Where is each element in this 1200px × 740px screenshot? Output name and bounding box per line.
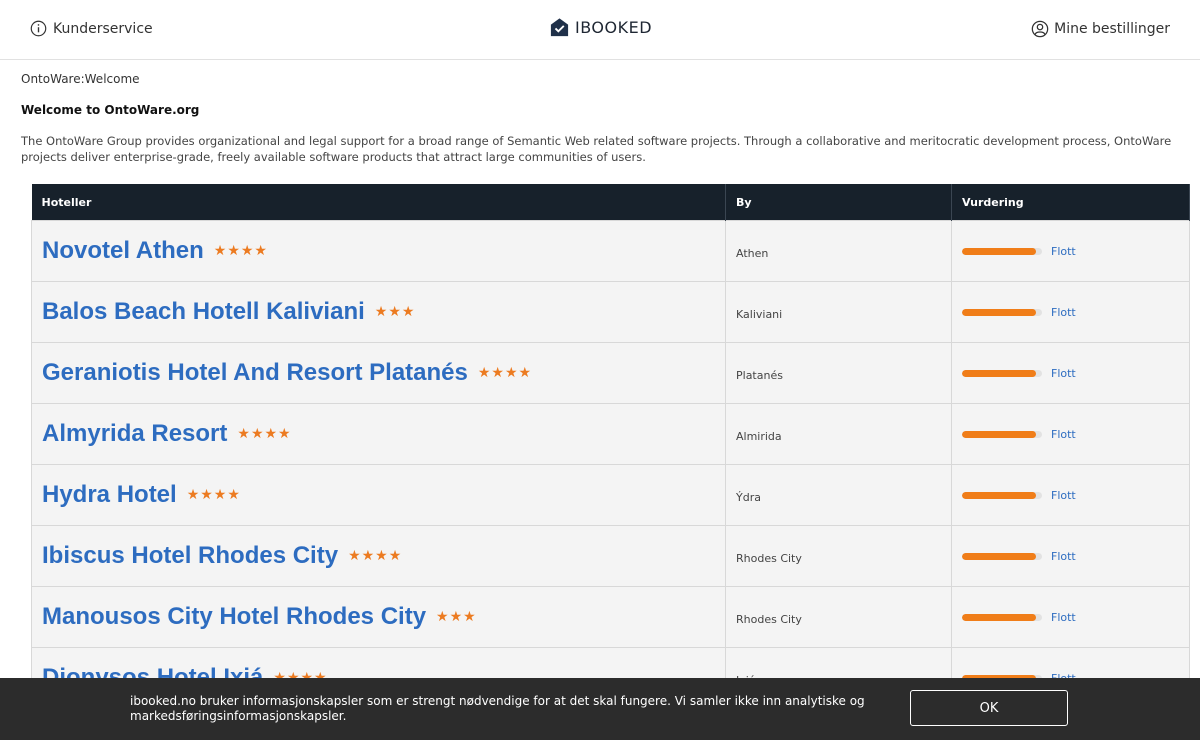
rating: Flott <box>962 611 1179 624</box>
logo-text: IBOOKED <box>575 18 653 37</box>
table-row: Novotel Athen ★★★★ Athen Flott <box>31 220 1190 282</box>
column-header-rating: Vurdering <box>951 184 1190 221</box>
rating-bar-fill <box>962 369 1036 377</box>
rating: Flott <box>962 550 1179 563</box>
info-icon <box>30 20 47 37</box>
star-rating: ★★★★ <box>186 487 241 503</box>
hotel-name-link[interactable]: Novotel Athen <box>42 237 204 264</box>
table-row: Almyrida Resort ★★★★ Almirida Flott <box>31 403 1190 465</box>
city-name: Rhodes City <box>736 612 802 626</box>
star-rating: ★★★★ <box>213 243 268 259</box>
rating-bar-fill <box>962 552 1036 560</box>
rating: Flott <box>962 367 1179 380</box>
column-header-hotels: Hoteller <box>31 184 726 221</box>
rating-cell: Flott <box>951 403 1190 465</box>
hotel-name-link[interactable]: Ibiscus Hotel Rhodes City <box>42 542 338 569</box>
star-rating: ★★★★ <box>477 365 533 381</box>
rating-bar <box>962 369 1042 377</box>
intro-paragraph: The OntoWare Group provides organization… <box>21 134 1172 164</box>
star-rating: ★★★★ <box>237 426 292 442</box>
rating-cell: Flott <box>951 586 1190 648</box>
hotel-cell: Geraniotis Hotel And Resort Platanés ★★★★ <box>31 342 726 404</box>
rating-cell: Flott <box>951 464 1190 526</box>
hotel-name-link[interactable]: Hydra Hotel <box>42 481 177 508</box>
table-row: Geraniotis Hotel And Resort Platanés ★★★★… <box>31 342 1190 404</box>
rating-bar-fill <box>962 247 1036 255</box>
rating-cell: Flott <box>951 281 1190 343</box>
rating: Flott <box>962 306 1179 319</box>
hotel-cell: Manousos City Hotel Rhodes City ★★★ <box>31 586 726 648</box>
customer-service-link[interactable]: Kunderservice <box>30 20 153 37</box>
hotel-name-link[interactable]: Manousos City Hotel Rhodes City <box>42 603 426 630</box>
hotel-table: Hoteller By Vurdering Novotel Athen ★★★★ A… <box>31 184 1190 709</box>
table-row: Hydra Hotel ★★★★ Ýdra Flott <box>31 464 1190 526</box>
city-name: Ýdra <box>736 490 761 504</box>
rating-cell: Flott <box>951 342 1190 404</box>
cookie-message: ibooked.no bruker informasjonskapsler so… <box>130 694 865 723</box>
rating: Flott <box>962 245 1179 258</box>
rating: Flott <box>962 489 1179 502</box>
city-name: Platanés <box>736 368 783 382</box>
my-bookings-label: Mine bestillinger <box>1054 21 1170 37</box>
hotel-cell: Almyrida Resort ★★★★ <box>31 403 726 465</box>
hotel-name-link[interactable]: Geraniotis Hotel And Resort Platanés <box>42 359 468 386</box>
rating-label: Flott <box>1051 427 1076 441</box>
rating-bar-fill <box>962 491 1036 499</box>
city-name: Almirida <box>736 429 782 443</box>
city-name: Kaliviani <box>736 307 783 321</box>
star-rating: ★★★ <box>436 609 477 625</box>
table-row: Manousos City Hotel Rhodes City ★★★ Rhodes… <box>31 586 1190 648</box>
rating-label: Flott <box>1051 549 1076 563</box>
rating-bar <box>962 430 1042 438</box>
rating-bar <box>962 552 1042 560</box>
customer-service-label: Kunderservice <box>53 20 153 37</box>
rating-label: Flott <box>1051 610 1076 624</box>
rating-label: Flott <box>1051 366 1076 380</box>
top-header: Kunderservice IBOOKED Mine bestillinger <box>0 0 1200 60</box>
city-cell: Rhodes City <box>725 525 952 587</box>
hotel-name-link[interactable]: Balos Beach Hotell Kaliviani <box>42 298 365 325</box>
cookie-banner: ibooked.no bruker informasjonskapsler so… <box>0 678 1200 740</box>
hotel-cell: Hydra Hotel ★★★★ <box>31 464 726 526</box>
rating-bar <box>962 491 1042 499</box>
rating-label: Flott <box>1051 244 1076 258</box>
rating-bar <box>962 308 1042 316</box>
table-header-row: Hoteller By Vurdering <box>31 184 1190 221</box>
star-rating: ★★★ <box>374 304 416 320</box>
hotel-cell: Ibiscus Hotel Rhodes City ★★★★ <box>31 525 726 587</box>
breadcrumb: OntoWare:Welcome <box>21 72 140 86</box>
rating-bar <box>962 613 1042 621</box>
city-cell: Athen <box>725 220 952 282</box>
star-rating: ★★★★ <box>348 548 403 564</box>
rating-cell: Flott <box>951 220 1190 282</box>
city-name: Athen <box>736 246 769 260</box>
page-content: OntoWare:Welcome Welcome to OntoWare.org… <box>21 60 1181 165</box>
home-check-icon <box>550 18 569 37</box>
hotel-cell: Novotel Athen ★★★★ <box>31 220 726 282</box>
city-cell: Rhodes City <box>725 586 952 648</box>
table-row: Balos Beach Hotell Kaliviani ★★★ Kaliviani… <box>31 281 1190 343</box>
rating-label: Flott <box>1051 488 1076 502</box>
city-cell: Almirida <box>725 403 952 465</box>
hotel-cell: Balos Beach Hotell Kaliviani ★★★ <box>31 281 726 343</box>
column-header-city: By <box>725 184 952 221</box>
table-row: Ibiscus Hotel Rhodes City ★★★★ Rhodes City… <box>31 525 1190 587</box>
user-icon <box>1031 20 1049 38</box>
rating: Flott <box>962 428 1179 441</box>
cookie-ok-button[interactable]: OK <box>910 690 1068 726</box>
rating-bar-fill <box>962 430 1036 438</box>
my-bookings-link[interactable]: Mine bestillinger <box>1031 20 1170 38</box>
rating-label: Flott <box>1051 305 1076 319</box>
hotel-name-link[interactable]: Almyrida Resort <box>42 420 227 447</box>
rating-bar-fill <box>962 613 1036 621</box>
city-cell: Ýdra <box>725 464 952 526</box>
rating-bar <box>962 247 1042 255</box>
page-title: Welcome to OntoWare.org <box>21 103 200 117</box>
city-name: Rhodes City <box>736 551 802 565</box>
ibooked-logo[interactable]: IBOOKED <box>549 17 652 38</box>
rating-cell: Flott <box>951 525 1190 587</box>
city-cell: Platanés <box>725 342 952 404</box>
city-cell: Kaliviani <box>725 281 952 343</box>
rating-bar-fill <box>962 308 1036 316</box>
